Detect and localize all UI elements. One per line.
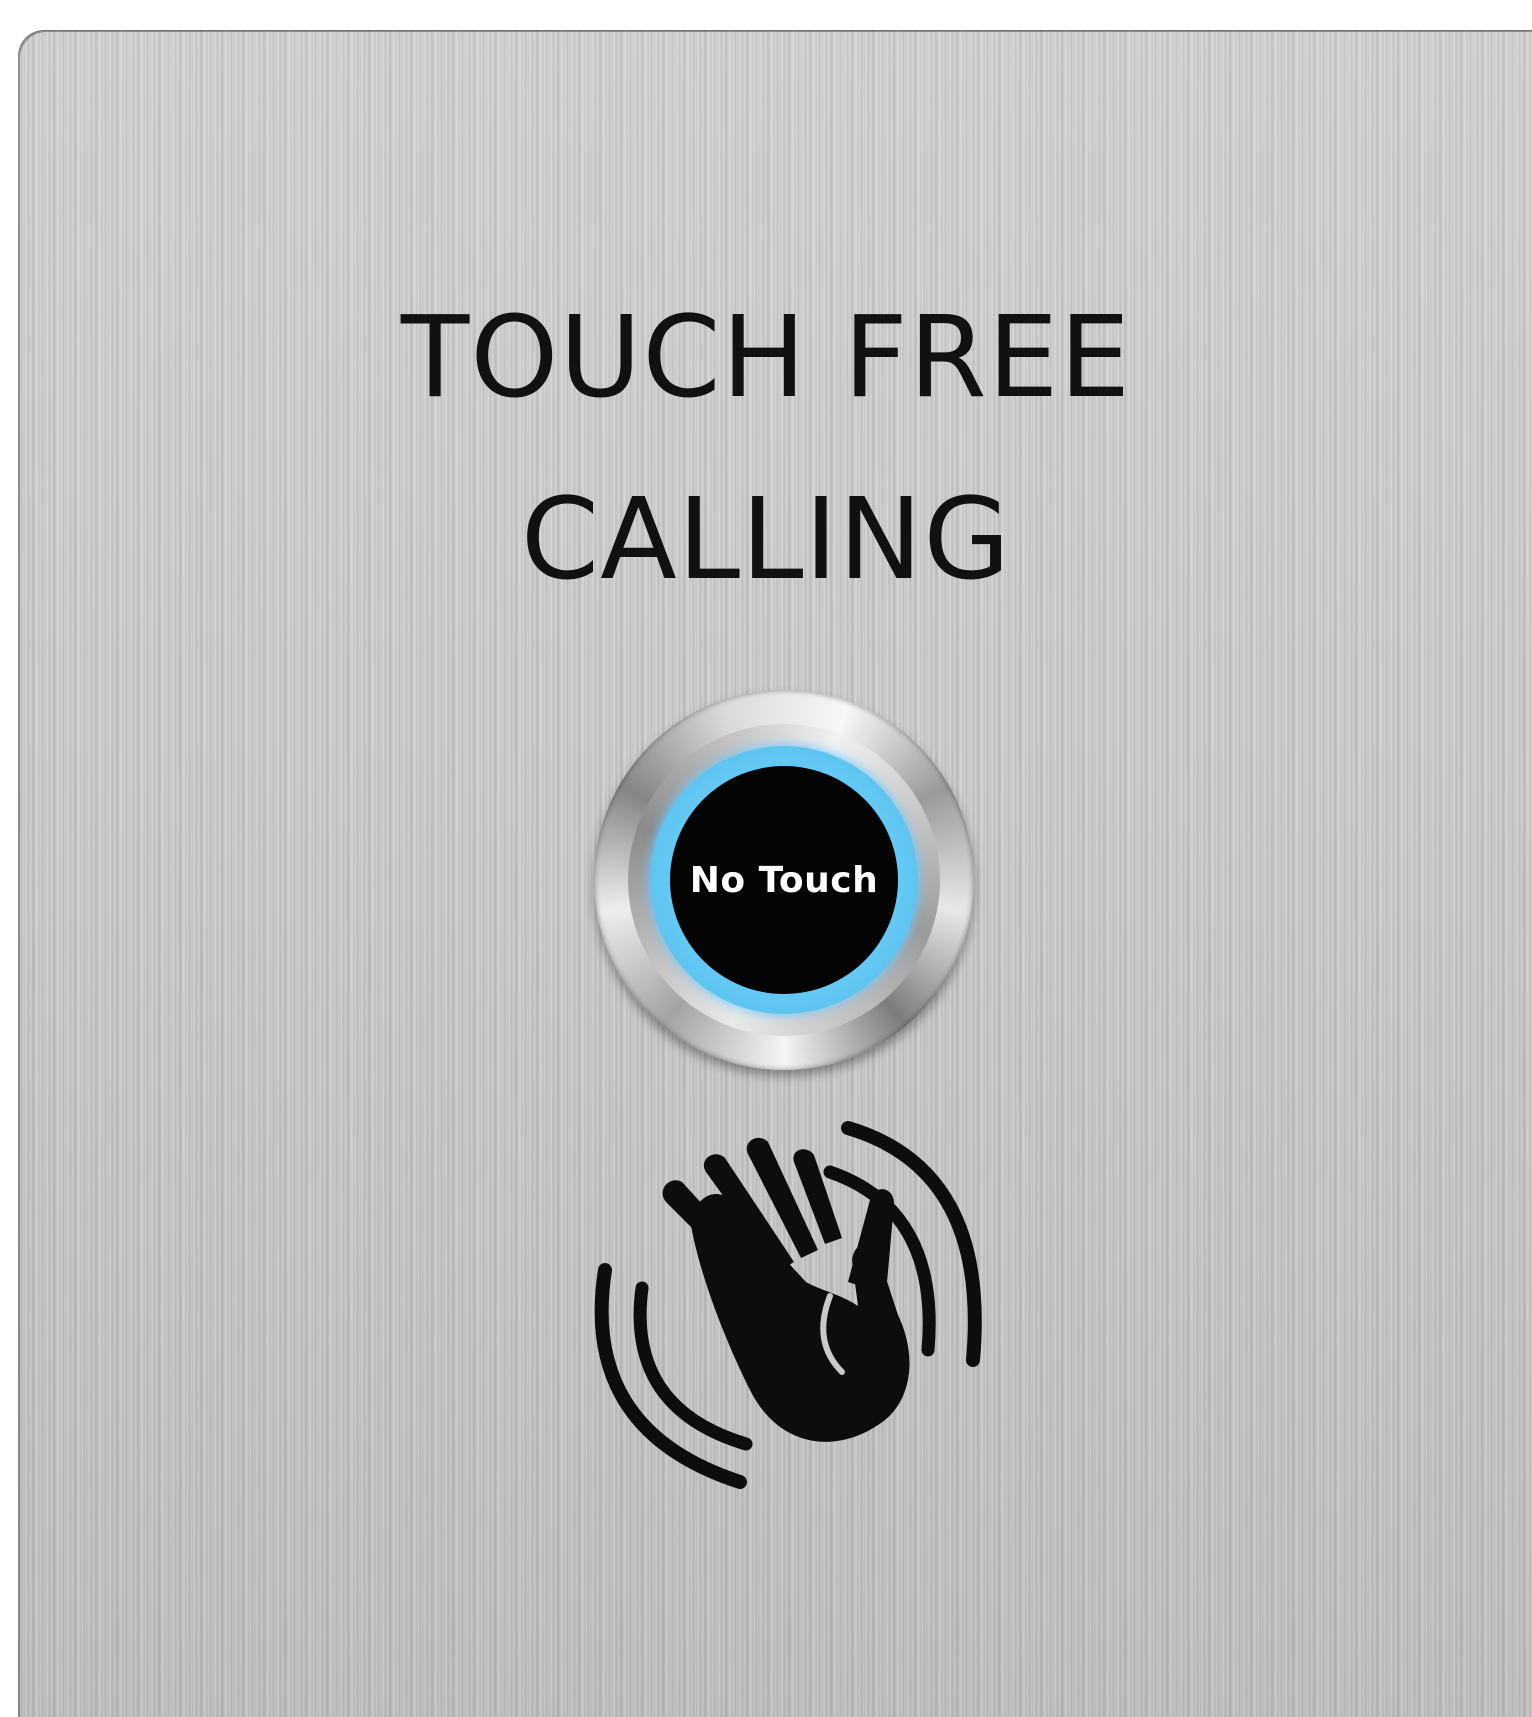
no-touch-button[interactable]: No Touch <box>594 690 974 1070</box>
hand-wave-icon <box>594 1121 982 1489</box>
button-face: No Touch <box>670 766 898 994</box>
sign-title-line-2: CALLING <box>520 475 1012 605</box>
sign-title-line-1: TOUCH FREE <box>400 293 1132 423</box>
button-label: No Touch <box>689 859 879 901</box>
